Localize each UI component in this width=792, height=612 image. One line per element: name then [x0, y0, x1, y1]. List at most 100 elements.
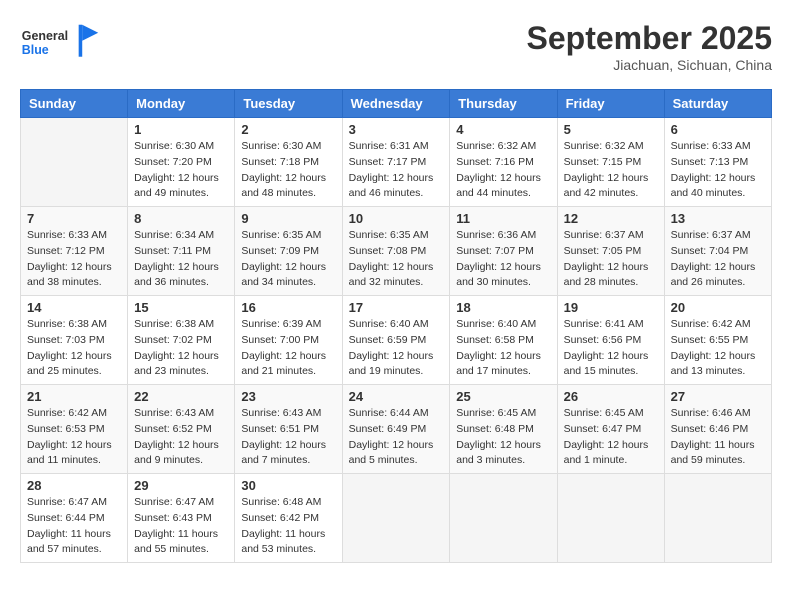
sunrise-text: Sunrise: 6:47 AM: [134, 495, 228, 511]
day-info: Sunrise: 6:31 AMSunset: 7:17 PMDaylight:…: [349, 139, 444, 202]
location: Jiachuan, Sichuan, China: [527, 57, 772, 73]
daylight-text: Daylight: 12 hours and 15 minutes.: [564, 349, 658, 381]
sunset-text: Sunset: 7:05 PM: [564, 244, 658, 260]
day-info: Sunrise: 6:40 AMSunset: 6:59 PMDaylight:…: [349, 317, 444, 380]
sunrise-text: Sunrise: 6:31 AM: [349, 139, 444, 155]
calendar-header-row: SundayMondayTuesdayWednesdayThursdayFrid…: [21, 90, 772, 118]
calendar-cell: 14 Sunrise: 6:38 AMSunset: 7:03 PMDayligh…: [21, 296, 128, 385]
daylight-text: Daylight: 12 hours and 25 minutes.: [27, 349, 121, 381]
sunrise-text: Sunrise: 6:47 AM: [27, 495, 121, 511]
sunset-text: Sunset: 7:04 PM: [671, 244, 765, 260]
daylight-text: Daylight: 12 hours and 17 minutes.: [456, 349, 550, 381]
day-number: 10: [349, 211, 444, 226]
sunset-text: Sunset: 7:13 PM: [671, 155, 765, 171]
day-number: 21: [27, 389, 121, 404]
daylight-text: Daylight: 12 hours and 11 minutes.: [27, 438, 121, 470]
calendar-week-row: 14Sunrise: 6:38 AMSunset: 7:03 PMDayligh…: [21, 296, 772, 385]
day-info: Sunrise: 6:34 AMSunset: 7:11 PMDaylight:…: [134, 228, 228, 291]
calendar-week-row: 28Sunrise: 6:47 AMSunset: 6:44 PMDayligh…: [21, 474, 772, 563]
calendar-cell: 17Sunrise: 6:40 AMSunset: 6:59 PMDayligh…: [342, 296, 450, 385]
day-info: Sunrise: 6:39 AMSunset: 7:00 PMDaylight:…: [241, 317, 335, 380]
day-info: Sunrise: 6:33 AMSunset: 7:13 PMDaylight:…: [671, 139, 765, 202]
title-block: September 2025 Jiachuan, Sichuan, China: [527, 20, 772, 73]
day-number: 25: [456, 389, 550, 404]
day-info: Sunrise: 6:38 AMSunset: 7:02 PMDaylight:…: [134, 317, 228, 380]
day-info: Sunrise: 6:48 AMSunset: 6:42 PMDaylight:…: [241, 495, 335, 558]
sunrise-text: Sunrise: 6:33 AM: [27, 228, 121, 244]
sunset-text: Sunset: 7:09 PM: [241, 244, 335, 260]
calendar-cell: 16 Sunrise: 6:39 AMSunset: 7:00 PMDayligh…: [235, 296, 342, 385]
daylight-text: Daylight: 11 hours and 55 minutes.: [134, 527, 228, 559]
day-number: 24: [349, 389, 444, 404]
sunrise-text: Sunrise: 6:32 AM: [564, 139, 658, 155]
day-number: 15: [134, 300, 228, 315]
calendar-cell: 8 Sunrise: 6:34 AMSunset: 7:11 PMDaylight…: [128, 207, 235, 296]
day-number: 16: [241, 300, 335, 315]
calendar-cell: 27 Sunrise: 6:46 AMSunset: 6:46 PMDayligh…: [664, 385, 771, 474]
svg-text:Blue: Blue: [22, 43, 49, 57]
sunrise-text: Sunrise: 6:42 AM: [27, 406, 121, 422]
day-number: 18: [456, 300, 550, 315]
daylight-text: Daylight: 12 hours and 42 minutes.: [564, 171, 658, 203]
day-info: Sunrise: 6:46 AMSunset: 6:46 PMDaylight:…: [671, 406, 765, 469]
day-info: Sunrise: 6:35 AMSunset: 7:09 PMDaylight:…: [241, 228, 335, 291]
sunrise-text: Sunrise: 6:33 AM: [671, 139, 765, 155]
calendar-cell: 19Sunrise: 6:41 AMSunset: 6:56 PMDayligh…: [557, 296, 664, 385]
sunset-text: Sunset: 7:15 PM: [564, 155, 658, 171]
sunset-text: Sunset: 6:47 PM: [564, 422, 658, 438]
daylight-text: Daylight: 12 hours and 1 minute.: [564, 438, 658, 470]
sunset-text: Sunset: 6:52 PM: [134, 422, 228, 438]
day-number: 27: [671, 389, 765, 404]
weekday-header: Wednesday: [342, 90, 450, 118]
daylight-text: Daylight: 11 hours and 53 minutes.: [241, 527, 335, 559]
sunrise-text: Sunrise: 6:45 AM: [564, 406, 658, 422]
day-info: Sunrise: 6:37 AMSunset: 7:04 PMDaylight:…: [671, 228, 765, 291]
day-number: 8: [134, 211, 228, 226]
calendar-cell: 13 Sunrise: 6:37 AMSunset: 7:04 PMDayligh…: [664, 207, 771, 296]
calendar-cell: 7Sunrise: 6:33 AMSunset: 7:12 PMDaylight…: [21, 207, 128, 296]
calendar-cell: 6Sunrise: 6:33 AMSunset: 7:13 PMDaylight…: [664, 118, 771, 207]
sunrise-text: Sunrise: 6:38 AM: [27, 317, 121, 333]
sunrise-text: Sunrise: 6:42 AM: [671, 317, 765, 333]
calendar-cell: 24Sunrise: 6:44 AMSunset: 6:49 PMDayligh…: [342, 385, 450, 474]
daylight-text: Daylight: 12 hours and 5 minutes.: [349, 438, 444, 470]
sunrise-text: Sunrise: 6:39 AM: [241, 317, 335, 333]
day-info: Sunrise: 6:42 AMSunset: 6:55 PMDaylight:…: [671, 317, 765, 380]
daylight-text: Daylight: 12 hours and 3 minutes.: [456, 438, 550, 470]
day-info: Sunrise: 6:30 AMSunset: 7:18 PMDaylight:…: [241, 139, 335, 202]
calendar-cell: 3Sunrise: 6:31 AMSunset: 7:17 PMDaylight…: [342, 118, 450, 207]
sunrise-text: Sunrise: 6:30 AM: [134, 139, 228, 155]
day-number: 29: [134, 478, 228, 493]
calendar-cell: 4Sunrise: 6:32 AMSunset: 7:16 PMDaylight…: [450, 118, 557, 207]
daylight-text: Daylight: 12 hours and 46 minutes.: [349, 171, 444, 203]
sunset-text: Sunset: 7:08 PM: [349, 244, 444, 260]
sunrise-text: Sunrise: 6:40 AM: [456, 317, 550, 333]
sunrise-text: Sunrise: 6:34 AM: [134, 228, 228, 244]
day-info: Sunrise: 6:47 AMSunset: 6:44 PMDaylight:…: [27, 495, 121, 558]
sunrise-text: Sunrise: 6:40 AM: [349, 317, 444, 333]
calendar-cell: 23Sunrise: 6:43 AMSunset: 6:51 PMDayligh…: [235, 385, 342, 474]
sunrise-text: Sunrise: 6:37 AM: [564, 228, 658, 244]
sunset-text: Sunset: 7:16 PM: [456, 155, 550, 171]
sunrise-text: Sunrise: 6:32 AM: [456, 139, 550, 155]
day-info: Sunrise: 6:37 AMSunset: 7:05 PMDaylight:…: [564, 228, 658, 291]
sunset-text: Sunset: 6:53 PM: [27, 422, 121, 438]
sunset-text: Sunset: 7:03 PM: [27, 333, 121, 349]
day-number: 13: [671, 211, 765, 226]
calendar-cell: [21, 118, 128, 207]
sunset-text: Sunset: 6:51 PM: [241, 422, 335, 438]
calendar-cell: [342, 474, 450, 563]
sunrise-text: Sunrise: 6:37 AM: [671, 228, 765, 244]
daylight-text: Daylight: 12 hours and 34 minutes.: [241, 260, 335, 292]
daylight-text: Daylight: 12 hours and 30 minutes.: [456, 260, 550, 292]
sunset-text: Sunset: 7:20 PM: [134, 155, 228, 171]
day-number: 4: [456, 122, 550, 137]
daylight-text: Daylight: 12 hours and 26 minutes.: [671, 260, 765, 292]
day-info: Sunrise: 6:45 AMSunset: 6:47 PMDaylight:…: [564, 406, 658, 469]
daylight-text: Daylight: 12 hours and 48 minutes.: [241, 171, 335, 203]
day-number: 14: [27, 300, 121, 315]
sunrise-text: Sunrise: 6:43 AM: [241, 406, 335, 422]
day-info: Sunrise: 6:32 AMSunset: 7:15 PMDaylight:…: [564, 139, 658, 202]
calendar-week-row: 21Sunrise: 6:42 AMSunset: 6:53 PMDayligh…: [21, 385, 772, 474]
sunset-text: Sunset: 6:59 PM: [349, 333, 444, 349]
